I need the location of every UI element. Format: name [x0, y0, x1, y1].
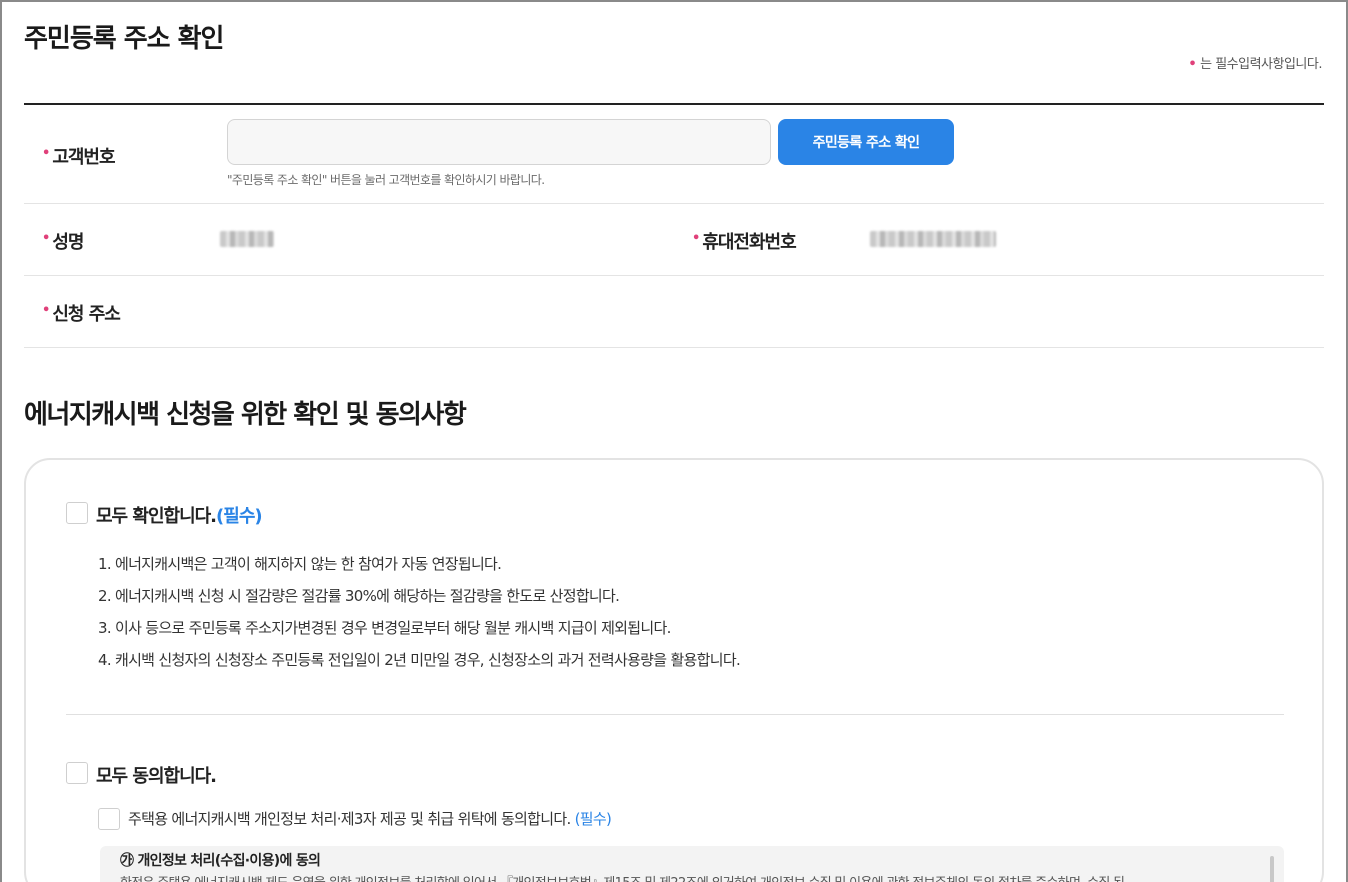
agree-all-label[interactable]: 모두 동의합니다. [96, 762, 217, 788]
resident-address-check-button[interactable]: 주민등록 주소 확인 [778, 119, 954, 165]
privacy-consent-label[interactable]: 주택용 에너지캐시백 개인정보 처리·제3자 제공 및 취급 위탁에 동의합니다… [128, 808, 612, 829]
name-label: • 성명 [42, 228, 84, 254]
name-phone-row: • 성명 • 휴대전화번호 [24, 204, 1324, 276]
address-row: • 신청 주소 [24, 276, 1324, 348]
confirm-all-label[interactable]: 모두 확인합니다.(필수) [96, 502, 263, 528]
agree-all-checkbox[interactable] [66, 762, 88, 784]
notice-list: 1. 에너지캐시백은 고객이 해지하지 않는 한 참여가 자동 연장됩니다. 2… [98, 548, 741, 676]
privacy-detail-panel[interactable]: ㉮ 개인정보 처리(수집·이용)에 동의 한전은 주택용 에너지캐시백 제도 운… [100, 846, 1284, 882]
required-note-text: 는 필수입력사항입니다. [1200, 57, 1322, 72]
phone-label: • 휴대전화번호 [692, 228, 797, 254]
privacy-consent-checkbox[interactable] [98, 808, 120, 830]
notice-item: 3. 이사 등으로 주민등록 주소지가변경된 경우 변경일로부터 해당 월분 캐… [98, 619, 671, 637]
phone-label-text: 휴대전화번호 [702, 232, 796, 253]
notice-item: 1. 에너지캐시백은 고객이 해지하지 않는 한 참여가 자동 연장됩니다. [98, 555, 502, 573]
confirm-all-required: (필수) [216, 506, 263, 527]
customer-number-row: • 고객번호 주민등록 주소 확인 "주민등록 주소 확인" 버튼을 눌러 고객번… [24, 105, 1324, 204]
required-mark: • [42, 146, 50, 161]
agreement-box: 모두 확인합니다.(필수) 1. 에너지캐시백은 고객이 해지하지 않는 한 참… [24, 458, 1324, 882]
name-value-masked [220, 231, 274, 247]
page-frame: 주민등록 주소 확인 • 는 필수입력사항입니다. • 고객번호 주민등록 주소 확… [0, 0, 1348, 882]
address-label: • 신청 주소 [42, 300, 121, 326]
notice-item: 4. 캐시백 신청자의 신청장소 주민등록 전입일이 2년 미만일 경우, 신청… [98, 651, 741, 669]
privacy-consent-required: (필수) [574, 810, 612, 828]
required-note: • 는 필수입력사항입니다. [1188, 53, 1322, 72]
required-mark: • [42, 231, 50, 246]
customer-number-help: "주민등록 주소 확인" 버튼을 눌러 고객번호를 확인하시기 바랍니다. [227, 173, 545, 187]
required-dot: • [1188, 57, 1197, 72]
privacy-detail-scrollbar[interactable] [1270, 856, 1274, 882]
name-label-text: 성명 [52, 232, 84, 253]
privacy-detail-title: ㉮ 개인정보 처리(수집·이용)에 동의 [120, 853, 321, 869]
agreement-divider [66, 714, 1284, 715]
confirm-all-checkbox[interactable] [66, 502, 88, 524]
address-label-text: 신청 주소 [52, 304, 121, 325]
customer-number-label-text: 고객번호 [52, 147, 115, 168]
phone-value-masked [870, 231, 996, 247]
required-mark: • [42, 303, 50, 318]
page-title: 주민등록 주소 확인 [24, 24, 224, 54]
required-mark: • [692, 231, 700, 246]
customer-number-label: • 고객번호 [42, 143, 116, 169]
privacy-detail-body: 한전은 주택용 에너지캐시백 제도 운영을 위한 개인정보를 처리함에 있어서 … [120, 872, 1125, 882]
notice-item: 2. 에너지캐시백 신청 시 절감량은 절감률 30%에 해당하는 절감량을 한… [98, 587, 620, 605]
agreement-section-title: 에너지캐시백 신청을 위한 확인 및 동의사항 [24, 400, 467, 430]
confirm-all-text: 모두 확인합니다. [96, 506, 217, 527]
customer-number-input[interactable] [227, 119, 771, 165]
privacy-consent-text: 주택용 에너지캐시백 개인정보 처리·제3자 제공 및 취급 위탁에 동의합니다… [128, 810, 571, 828]
